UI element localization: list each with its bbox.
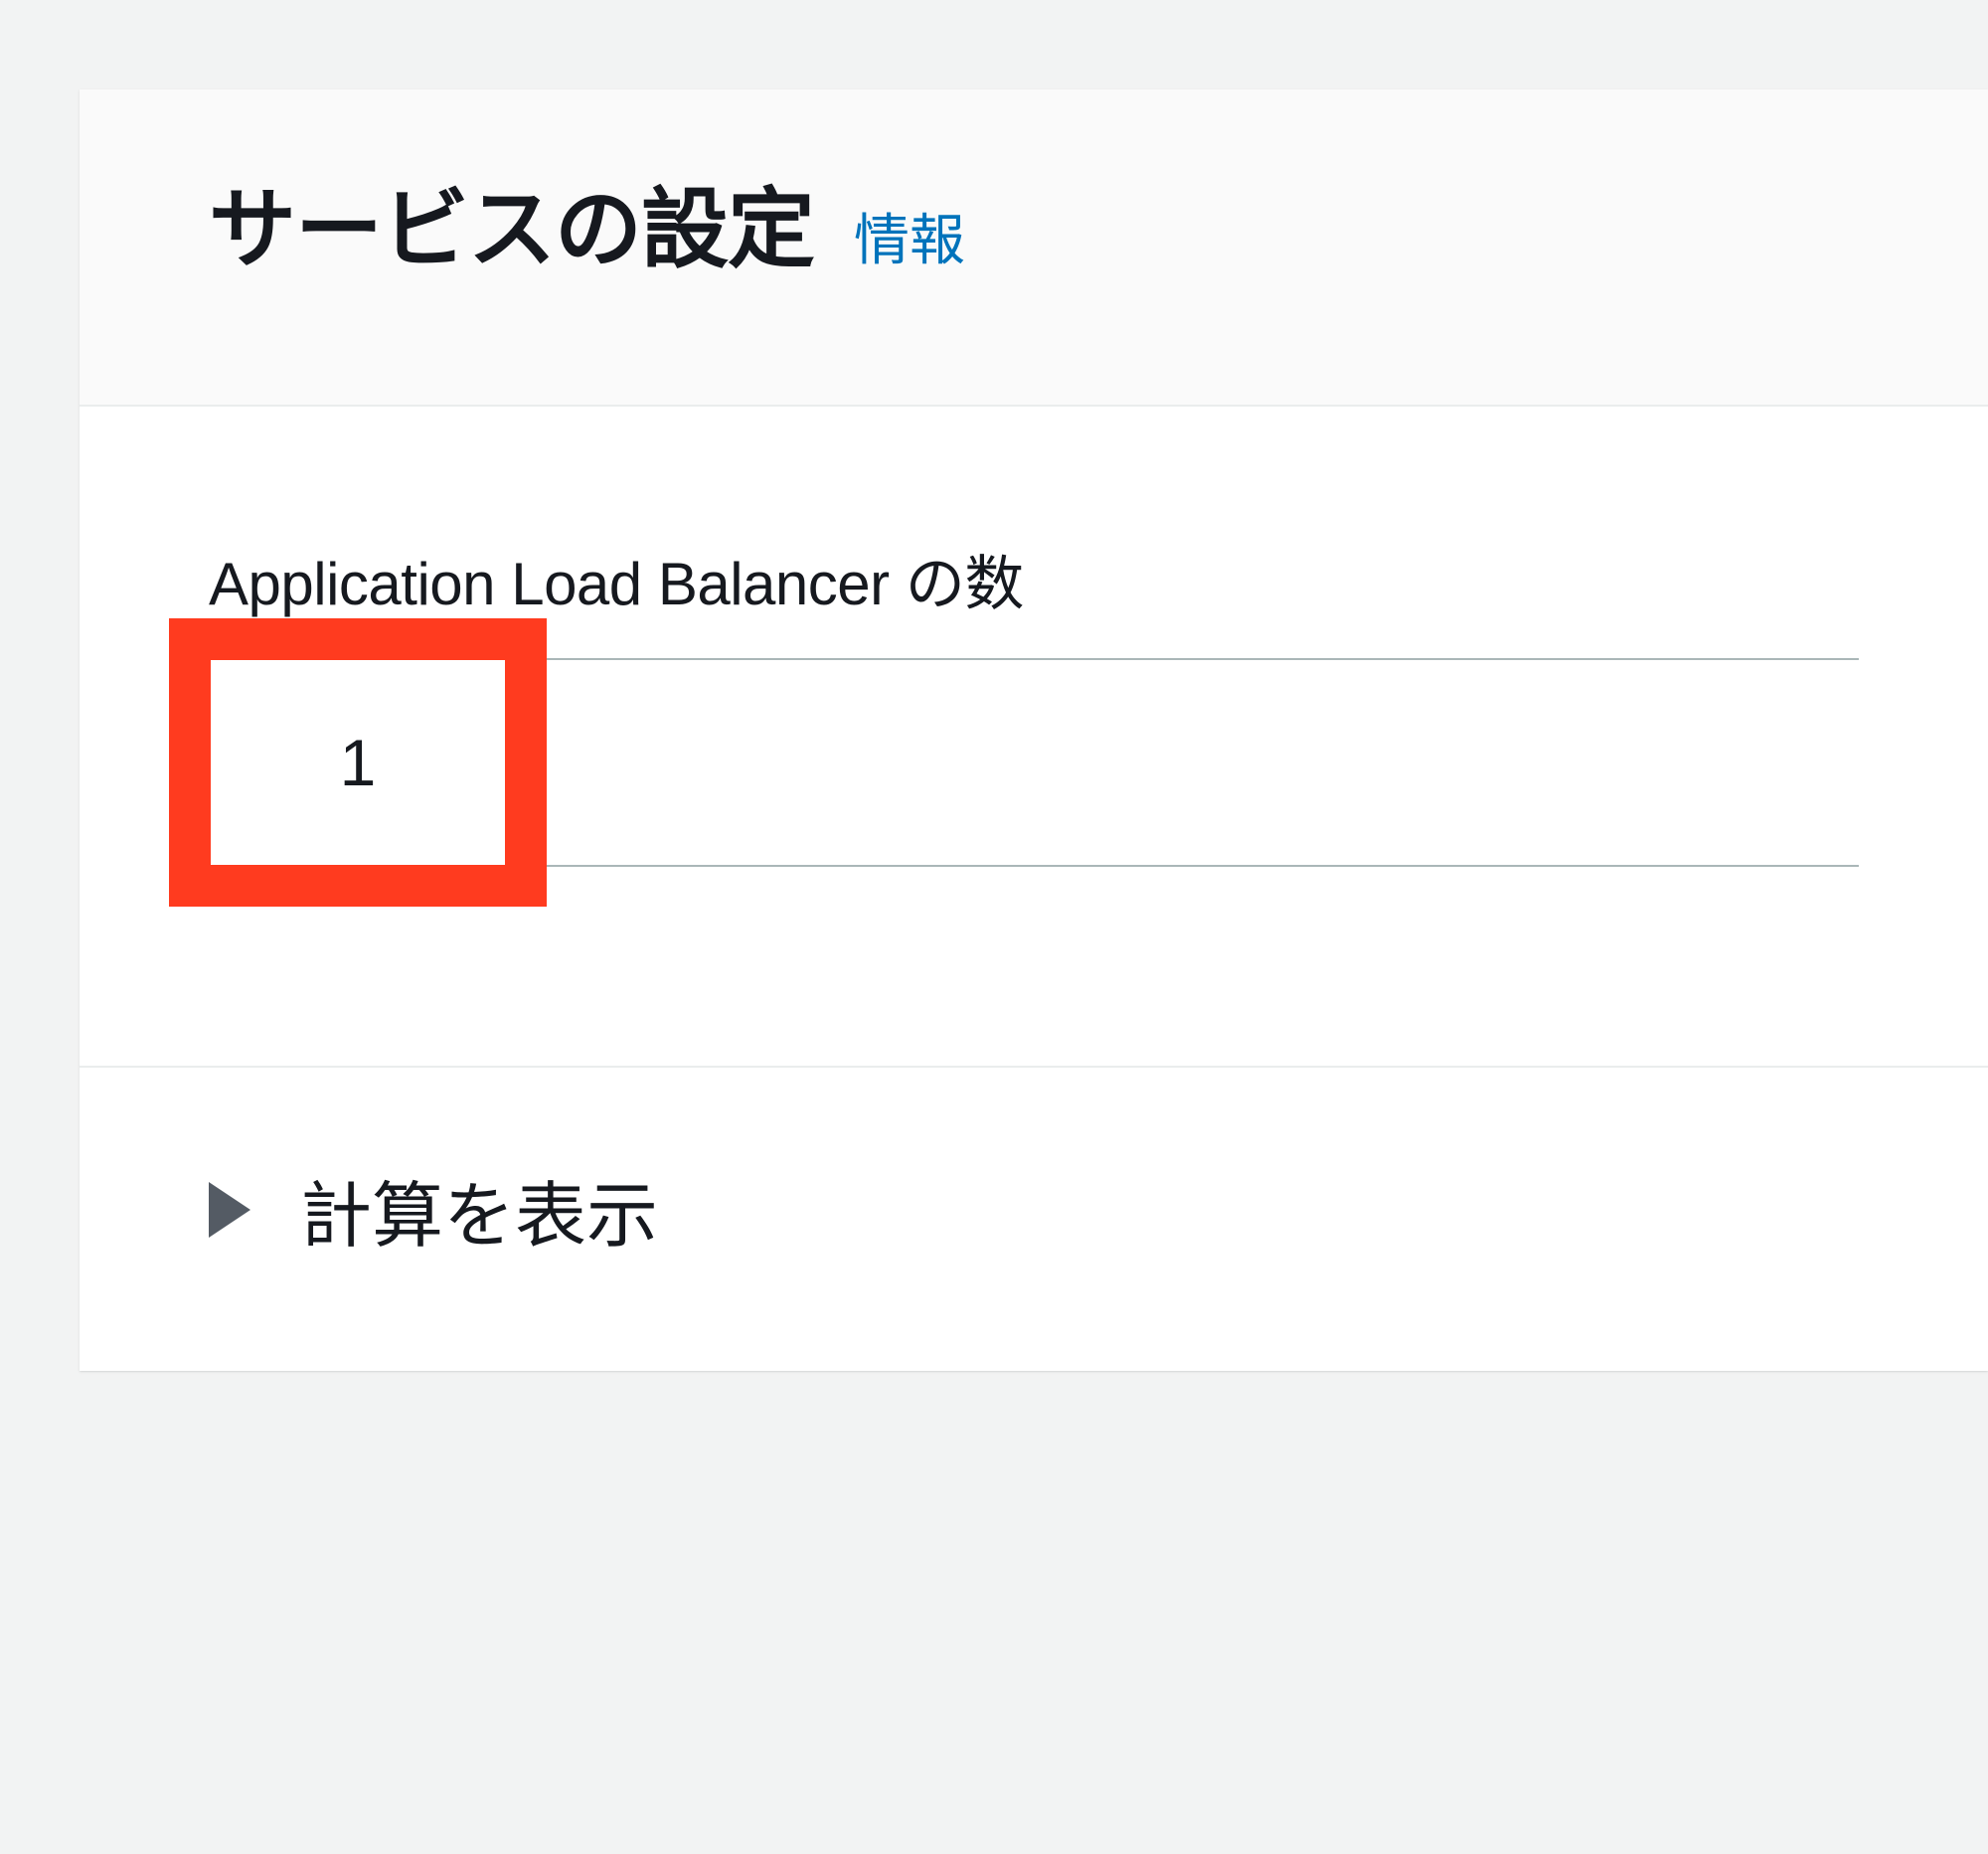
panel-title: サービスの設定 [209,159,814,285]
alb-count-input-extension[interactable] [505,658,1859,867]
highlight-annotation [209,658,507,867]
panel-body: Application Load Balancer の数 [80,407,1988,1068]
alb-count-row [209,658,1859,867]
alb-count-input[interactable] [209,658,507,867]
info-link[interactable]: 情報 [854,196,965,276]
show-calculation-toggle[interactable]: 計算を表示 [80,1068,1988,1371]
caret-right-icon [209,1182,250,1238]
panel-header: サービスの設定 情報 [80,89,1988,407]
show-calculation-label: 計算を表示 [300,1157,658,1262]
alb-count-label: Application Load Balancer の数 [209,536,1859,622]
service-settings-panel: サービスの設定 情報 Application Load Balancer の数 … [80,89,1988,1371]
